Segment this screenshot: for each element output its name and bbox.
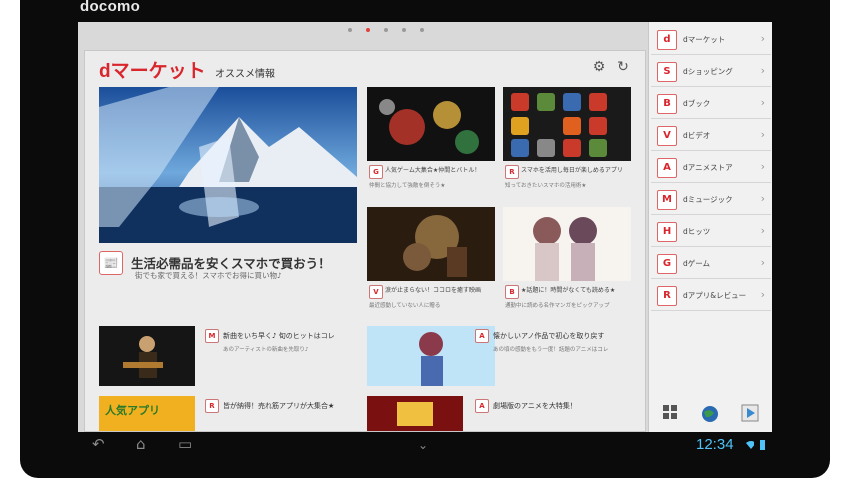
feature-app-icon: 📰 (99, 251, 123, 275)
sidebar-item-label: dヒッツ (683, 227, 711, 236)
chevron-right-icon: › (760, 128, 765, 141)
dshopping-icon: S (657, 62, 677, 82)
sidebar-item-label: dアプリ&レビュー (683, 291, 747, 300)
refresh-icon[interactable]: ↻ (615, 59, 631, 75)
tile-game[interactable] (367, 87, 495, 161)
tile-apps[interactable] (503, 87, 631, 161)
sidebar-item-label: dブック (683, 99, 711, 108)
dapps-icon: R (657, 286, 677, 306)
chevron-right-icon: › (760, 192, 765, 205)
play-store-icon[interactable] (739, 404, 761, 426)
tile-manga-caption2: 通勤中に読める名作マンガをピックアップ (505, 303, 610, 309)
system-navbar: ↶ ⌂ ▭ ⌄ 12:34 (78, 432, 772, 458)
row-apps-banner-text: 人気アプリ (105, 404, 160, 417)
status-clock[interactable]: 12:34 (696, 436, 734, 453)
chevron-right-icon: › (760, 224, 765, 237)
sidebar-item-dvideo[interactable]: V dビデオ › (651, 122, 771, 151)
tile-movie-caption2: 最近感動していない人に贈る (369, 303, 441, 309)
tile-movie-caption: 涙が止まらない！ココロを癒す映画 (385, 287, 482, 294)
battery-icon (760, 440, 765, 450)
recent-apps-icon[interactable]: ▭ (178, 435, 192, 453)
service-sidebar: d dマーケット › S dショッピング › B dブック › V dビデオ ›… (648, 22, 772, 458)
widget-header: dマーケット オススメ情報 ⚙ ↻ (85, 51, 645, 87)
dbook-icon: B (657, 94, 677, 114)
row-anime-icon: A (475, 329, 489, 343)
row-music-icon: M (205, 329, 219, 343)
sidebar-item-dbook[interactable]: B dブック › (651, 90, 771, 119)
back-icon[interactable]: ↶ (92, 435, 105, 453)
row-anime-subtitle: あの頃の感動をもう一度！話題のアニメはコレ (493, 347, 609, 353)
widget-subtitle: オススメ情報 (215, 69, 275, 80)
sidebar-item-dhits[interactable]: H dヒッツ › (651, 218, 771, 247)
tile-apps-caption: スマホを活用し毎日が楽しめるアプリ (521, 167, 623, 174)
sidebar-item-label: dビデオ (683, 131, 711, 140)
sidebar-item-label: dマーケット (683, 35, 726, 44)
chevron-right-icon: › (760, 288, 765, 301)
dmarket-icon: d (657, 30, 677, 50)
page-dot (402, 28, 406, 32)
page-indicator (348, 28, 424, 32)
chevron-right-icon: › (760, 96, 765, 109)
sidebar-item-label: dアニメストア (683, 163, 733, 172)
chevron-right-icon: › (760, 32, 765, 45)
row-apps-banner[interactable]: 人気アプリ (99, 396, 195, 431)
chevron-right-icon: › (760, 160, 765, 173)
row-music-image[interactable] (99, 326, 195, 386)
sidebar-item-dmusic[interactable]: M dミュージック › (651, 186, 771, 215)
chevron-right-icon: › (760, 256, 765, 269)
sidebar-item-label: dゲーム (683, 259, 711, 268)
dmarket-widget[interactable]: dマーケット オススメ情報 ⚙ ↻ 📰 生活必需品を安くスマホで買おう！ 街でも… (84, 50, 646, 432)
keyboard-hide-icon[interactable]: ⌄ (418, 438, 428, 452)
row-anime-title[interactable]: 懐かしいアノ作品で初心を取り戻す (493, 331, 604, 341)
dmusic-icon: M (657, 190, 677, 210)
tile-manga[interactable] (503, 207, 631, 281)
sidebar-item-dgame[interactable]: G dゲーム › (651, 250, 771, 279)
sidebar-item-dmarket[interactable]: d dマーケット › (651, 26, 771, 55)
home-screen: dマーケット オススメ情報 ⚙ ↻ 📰 生活必需品を安くスマホで買おう！ 街でも… (78, 22, 772, 458)
chevron-right-icon: › (760, 64, 765, 77)
dvideo-icon: V (657, 126, 677, 146)
row-apps-icon: R (205, 399, 219, 413)
tile-apps-icon: R (505, 165, 519, 179)
sidebar-item-dshopping[interactable]: S dショッピング › (651, 58, 771, 87)
sidebar-item-dapps-review[interactable]: R dアプリ&レビュー › (651, 282, 771, 311)
page-dot-active (366, 28, 370, 32)
dmarket-logo: dマーケット (99, 61, 206, 82)
sidebar-item-label: dショッピング (683, 67, 733, 76)
tile-game-caption: 人気ゲーム大集合★仲間とバトル！ (385, 167, 481, 174)
page-dot (384, 28, 388, 32)
page-dot (420, 28, 424, 32)
wifi-icon (746, 441, 754, 449)
tile-movie[interactable] (367, 207, 495, 281)
row-music-title[interactable]: 新曲をいち早く♪ 旬のヒットはコレ (223, 331, 335, 341)
globe-icon[interactable] (699, 404, 721, 426)
tile-game-caption2: 仲間と協力して強敵を倒そう★ (369, 183, 446, 189)
page-dot (348, 28, 352, 32)
dgame-icon: G (657, 254, 677, 274)
row-music-subtitle: あのアーティストの新曲を先取り♪ (223, 347, 309, 353)
sidebar-item-label: dミュージック (683, 195, 733, 204)
tile-movie-icon: V (369, 285, 383, 299)
dhits-icon: H (657, 222, 677, 242)
sidebar-item-danime[interactable]: A dアニメストア › (651, 154, 771, 183)
tile-manga-caption: ★話題に！時間がなくても読める★ (521, 287, 616, 294)
apps-grid-icon[interactable] (659, 404, 681, 426)
row-apps-title[interactable]: 皆が納得！売れ筋アプリが大集合★ (223, 401, 334, 411)
danime-icon: A (657, 158, 677, 178)
brand-logo: docomo (80, 0, 141, 15)
tile-apps-caption2: 知っておきたいスマホの活用術★ (505, 183, 587, 189)
gear-icon[interactable]: ⚙ (591, 59, 607, 75)
tile-game-icon: G (369, 165, 383, 179)
row-theater-icon: A (475, 399, 489, 413)
row-theater-title[interactable]: 劇場版のアニメを大特集！ (493, 401, 577, 411)
feature-image[interactable] (99, 87, 357, 243)
row-theater-image[interactable] (367, 396, 463, 431)
home-icon[interactable]: ⌂ (136, 435, 146, 453)
tile-manga-icon: B (505, 285, 519, 299)
feature-subtitle: 街でも家で買える！スマホでお得に買い物♪ (135, 271, 282, 280)
